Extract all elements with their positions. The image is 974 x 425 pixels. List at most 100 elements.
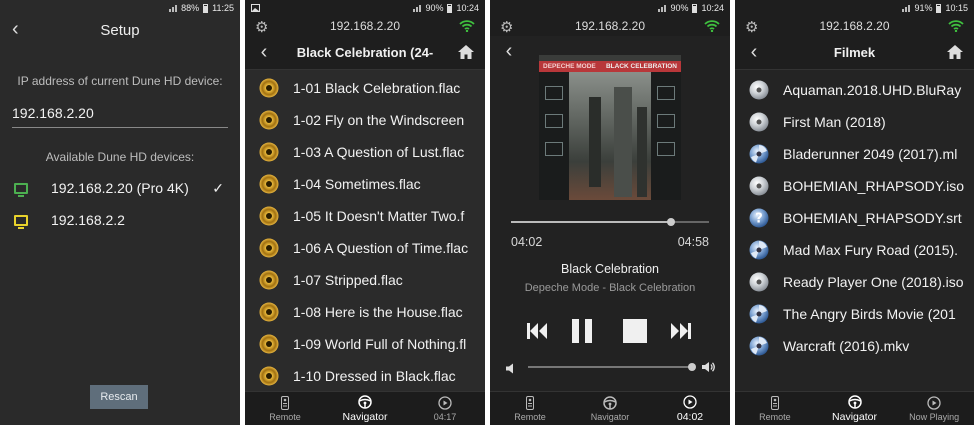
previous-track-button[interactable] xyxy=(524,318,550,344)
list-item[interactable]: Warcraft (2016).mkv xyxy=(735,330,974,362)
setup-screen: 88% 11:25 ‹ Setup IP address of current … xyxy=(0,0,240,425)
battery-percent: 90% xyxy=(425,3,444,13)
home-icon[interactable] xyxy=(457,44,475,65)
list-item[interactable]: 1-09 World Full of Nothing.fl xyxy=(245,328,485,360)
list-item[interactable]: 1-02 Fly on the Windscreen xyxy=(245,104,485,136)
list-item-label: BOHEMIAN_RHAPSODY.srt xyxy=(783,210,962,226)
remote-icon xyxy=(770,395,779,410)
list-item[interactable]: Aquaman.2018.UHD.BluRay xyxy=(735,74,974,106)
tab-now-playing[interactable]: Now Playing xyxy=(894,392,974,425)
back-arrow-icon[interactable]: ‹ xyxy=(743,41,765,64)
tab-now-playing[interactable]: 04:17 xyxy=(405,392,485,425)
disc-icon xyxy=(749,80,769,100)
wifi-icon xyxy=(704,19,720,35)
device-item-2[interactable]: 192.168.2.2 xyxy=(0,204,240,236)
status-bar: 90% 10:24 xyxy=(245,0,485,16)
list-item[interactable]: Bladerunner 2049 (2017).ml xyxy=(735,138,974,170)
list-item-label: 1-10 Dressed in Black.flac xyxy=(293,368,456,384)
volume-slider-handle[interactable] xyxy=(688,363,696,371)
volume-slider[interactable] xyxy=(528,363,696,371)
back-arrow-icon[interactable]: ‹ xyxy=(498,40,520,63)
ip-address-input[interactable]: 192.168.2.20 xyxy=(12,98,228,128)
clock: 11:25 xyxy=(212,3,234,13)
play-circle-icon xyxy=(927,395,941,410)
gear-icon[interactable]: ⚙ xyxy=(500,18,513,36)
home-icon[interactable] xyxy=(946,44,964,65)
bottom-tab-bar: Remote Navigator 04:02 xyxy=(490,391,730,425)
list-item[interactable]: BOHEMIAN_RHAPSODY.iso xyxy=(735,170,974,202)
device-item-pro4k[interactable]: 192.168.2.20 (Pro 4K) ✓ xyxy=(0,172,240,204)
file-list: 1-01 Black Celebration.flac 1-02 Fly on … xyxy=(245,70,485,392)
player-screen: 90% 10:24 ⚙ 192.168.2.20 ‹ DEPECHE MODE … xyxy=(490,0,730,425)
list-item-label: Bladerunner 2049 (2017).ml xyxy=(783,146,958,162)
video-disc-icon xyxy=(749,240,769,260)
gear-icon[interactable]: ⚙ xyxy=(255,18,268,36)
back-arrow-icon[interactable]: ‹ xyxy=(12,18,19,41)
list-item[interactable]: The Angry Birds Movie (201 xyxy=(735,298,974,330)
list-item-label: First Man (2018) xyxy=(783,114,886,130)
tab-label: Now Playing xyxy=(909,411,960,422)
rescan-button[interactable]: Rescan xyxy=(90,385,148,409)
list-item-label: 1-04 Sometimes.flac xyxy=(293,176,421,192)
tv-icon xyxy=(14,214,28,229)
tab-navigator[interactable]: Navigator xyxy=(570,392,650,425)
list-item[interactable]: First Man (2018) xyxy=(735,106,974,138)
audio-file-icon xyxy=(259,366,279,386)
next-track-button[interactable] xyxy=(668,318,694,344)
album-art-photo xyxy=(569,72,651,200)
album-art-banner: DEPECHE MODE BLACK CELEBRATION xyxy=(539,61,681,72)
video-disc-icon xyxy=(749,304,769,324)
list-item[interactable]: Ready Player One (2018).iso xyxy=(735,266,974,298)
bottom-tab-bar: Remote Navigator Now Playing xyxy=(735,391,974,425)
device-ip-bar: ⚙ 192.168.2.20 xyxy=(245,16,485,36)
tab-label: 04:17 xyxy=(433,411,457,422)
tab-label: Navigator xyxy=(590,411,630,422)
list-item-label: Aquaman.2018.UHD.BluRay xyxy=(783,82,962,98)
battery-percent: 88% xyxy=(181,3,200,13)
tab-label: Navigator xyxy=(342,410,388,423)
volume-low-icon xyxy=(506,361,515,379)
track-title: Black Celebration xyxy=(561,262,659,276)
list-item-label: The Angry Birds Movie (201 xyxy=(783,306,956,322)
tab-remote[interactable]: Remote xyxy=(490,392,570,425)
play-circle-icon xyxy=(683,394,697,409)
tab-remote[interactable]: Remote xyxy=(735,392,815,425)
list-item[interactable]: 1-04 Sometimes.flac xyxy=(245,168,485,200)
status-bar: 90% 10:24 xyxy=(490,0,730,16)
signal-icon xyxy=(902,4,911,12)
seek-bar[interactable] xyxy=(511,218,709,226)
battery-icon xyxy=(203,3,209,13)
video-disc-icon xyxy=(749,336,769,356)
svg-text:?: ? xyxy=(755,212,763,227)
list-item[interactable]: Mad Max Fury Road (2015). xyxy=(735,234,974,266)
folder-nav-bar: ‹ Filmek xyxy=(735,36,974,70)
disc-icon xyxy=(749,272,769,292)
battery-percent: 91% xyxy=(914,3,933,13)
seek-bar-fill xyxy=(511,221,672,223)
seek-bar-handle[interactable] xyxy=(667,218,676,226)
stop-button[interactable] xyxy=(622,318,648,344)
album-art-band: DEPECHE MODE xyxy=(543,63,596,70)
list-item[interactable]: 1-03 A Question of Lust.flac xyxy=(245,136,485,168)
device-ip: 192.168.2.20 xyxy=(574,19,646,33)
movies-screen: 91% 10:15 ⚙ 192.168.2.20 ‹ Filmek Aquama… xyxy=(735,0,974,425)
tab-now-playing[interactable]: 04:02 xyxy=(650,392,730,425)
tab-remote[interactable]: Remote xyxy=(245,392,325,425)
tab-navigator[interactable]: Navigator xyxy=(815,392,895,425)
list-item[interactable]: 1-06 A Question of Time.flac xyxy=(245,232,485,264)
clock: 10:15 xyxy=(945,3,968,13)
gear-icon[interactable]: ⚙ xyxy=(745,18,758,36)
list-item[interactable]: 1-01 Black Celebration.flac xyxy=(245,72,485,104)
signal-icon xyxy=(658,4,667,12)
pause-button[interactable] xyxy=(570,318,596,344)
list-item[interactable]: 1-07 Stripped.flac xyxy=(245,264,485,296)
list-item[interactable]: 1-05 It Doesn't Matter Two.f xyxy=(245,200,485,232)
list-item[interactable]: ? BOHEMIAN_RHAPSODY.srt xyxy=(735,202,974,234)
tab-navigator[interactable]: Navigator xyxy=(325,392,405,425)
device-ip-bar: ⚙ 192.168.2.20 xyxy=(490,16,730,36)
list-item[interactable]: 1-08 Here is the House.flac xyxy=(245,296,485,328)
list-item[interactable]: 1-10 Dressed in Black.flac xyxy=(245,360,485,392)
back-arrow-icon[interactable]: ‹ xyxy=(253,41,275,64)
volume-high-icon xyxy=(702,360,716,378)
steering-wheel-icon xyxy=(603,395,617,410)
